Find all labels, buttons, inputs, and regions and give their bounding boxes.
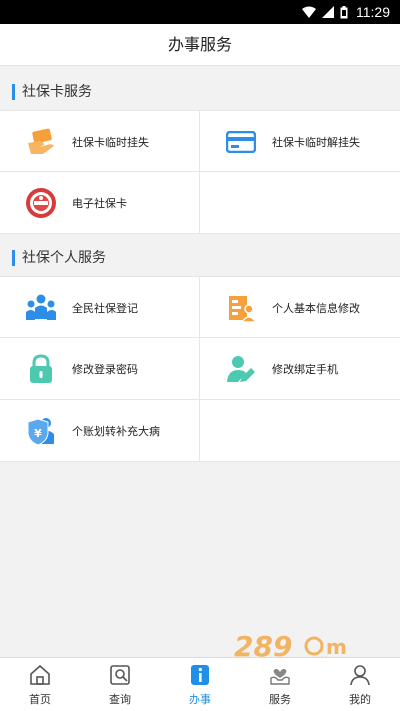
app-header: 办事服务 [0, 24, 400, 66]
tab-services[interactable]: 服务 [240, 658, 320, 711]
tab-query[interactable]: 查询 [80, 658, 160, 711]
yuan-transfer-icon: ¥ [24, 414, 58, 448]
empty-cell [200, 172, 400, 233]
tab-mine[interactable]: 我的 [320, 658, 400, 711]
service-label: 个人基本信息修改 [272, 301, 360, 315]
section-accent-bar [12, 250, 15, 266]
status-bar: 11:29 [0, 0, 400, 24]
credit-card-icon [224, 125, 258, 159]
grid-row: 全民社保登记 个人基本信息修改 [0, 276, 400, 338]
service-profile-edit[interactable]: 个人基本信息修改 [200, 277, 400, 338]
svg-text:¥: ¥ [34, 427, 42, 440]
service-card-temp-unlock[interactable]: 社保卡临时解挂失 [200, 111, 400, 172]
service-label: 修改登录密码 [72, 362, 138, 376]
section-header-personal-service: 社保个人服务 [0, 236, 400, 278]
page-title: 办事服务 [167, 35, 232, 54]
tab-label: 服务 [269, 693, 291, 706]
tab-label: 办事 [189, 693, 211, 706]
section-accent-bar [12, 84, 15, 100]
service-change-password[interactable]: 修改登录密码 [0, 338, 200, 399]
signal-icon [322, 6, 334, 18]
service-e-card[interactable]: 电子社保卡 [0, 172, 200, 233]
empty-cell [200, 400, 400, 461]
grid-row: 社保卡临时挂失 社保卡临时解挂失 [0, 110, 400, 172]
profile-edit-icon [224, 291, 258, 325]
status-icons: 11:29 [302, 3, 390, 21]
service-label: 社保卡临时挂失 [72, 135, 149, 149]
tab-label: 首页 [29, 693, 51, 706]
service-change-phone[interactable]: 修改绑定手机 [200, 338, 400, 399]
heart-hands-icon [269, 664, 291, 686]
tab-affairs[interactable]: 办事 [160, 658, 240, 711]
user-pen-icon [224, 352, 258, 386]
service-label: 电子社保卡 [72, 196, 127, 210]
tab-label: 我的 [349, 693, 371, 706]
svg-text:m: m [326, 635, 347, 659]
user-icon [349, 664, 371, 686]
grid-row: 修改登录密码 修改绑定手机 [0, 338, 400, 400]
tab-label: 查询 [109, 693, 131, 706]
service-card-temp-loss[interactable]: 社保卡临时挂失 [0, 111, 200, 172]
service-account-transfer[interactable]: ¥ 个账划转补充大病 [0, 400, 200, 461]
card-service-grid: 社保卡临时挂失 社保卡临时解挂失 电子社保卡 [0, 110, 400, 234]
info-icon [189, 664, 211, 686]
people-group-icon [24, 291, 58, 325]
service-label: 个账划转补充大病 [72, 424, 160, 438]
service-label: 全民社保登记 [72, 301, 138, 315]
grid-row: 电子社保卡 [0, 172, 400, 234]
search-doc-icon [109, 664, 131, 686]
card-hand-icon [24, 125, 58, 159]
bottom-tab-bar: 首页 查询 办事 服务 我的 [0, 657, 400, 711]
section-header-card-service: 社保卡服务 [0, 70, 400, 112]
service-national-registration[interactable]: 全民社保登记 [0, 277, 200, 338]
home-icon [29, 664, 51, 686]
battery-icon [340, 5, 348, 19]
social-security-seal-icon [24, 186, 58, 220]
lock-icon [24, 352, 58, 386]
status-time: 11:29 [356, 4, 390, 20]
service-label: 社保卡临时解挂失 [272, 135, 360, 149]
wifi-icon [302, 6, 316, 18]
section-title: 社保卡服务 [22, 84, 92, 100]
service-label: 修改绑定手机 [272, 362, 338, 376]
personal-service-grid: 全民社保登记 个人基本信息修改 修改登录密码 修改绑定手机 ¥ 个账划转补充大病 [0, 276, 400, 462]
tab-home[interactable]: 首页 [0, 658, 80, 711]
grid-row: ¥ 个账划转补充大病 [0, 400, 400, 462]
section-title: 社保个人服务 [22, 250, 106, 266]
